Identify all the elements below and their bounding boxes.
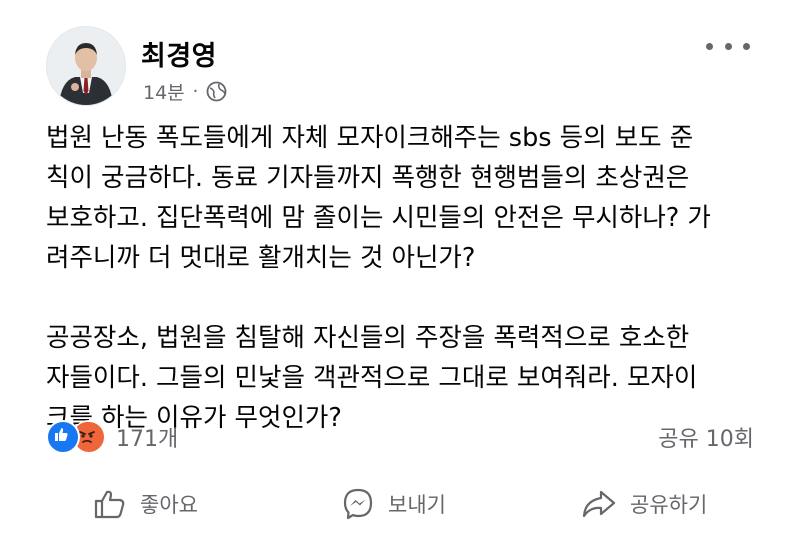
facebook-post: 최경영 14분 · 법원 난동 폭도들에게 자체 모자이크해주는 sbs 등의 …	[0, 0, 800, 546]
messenger-icon	[343, 488, 373, 520]
more-options-icon[interactable]	[706, 34, 750, 58]
globe-icon[interactable]	[206, 81, 227, 102]
author-name[interactable]: 최경영	[141, 34, 217, 73]
thumbs-up-icon	[94, 490, 125, 519]
share-arrow-icon	[582, 490, 616, 518]
post-meta: 14분 ·	[143, 78, 227, 105]
share-label: 공유하기	[630, 493, 708, 517]
reaction-icons[interactable]	[46, 420, 108, 454]
send-button[interactable]: 보내기	[340, 474, 446, 534]
post-paragraph-1: 법원 난동 폭도들에게 자체 모자이크해주는 sbs 등의 보도 준 칙이 궁금…	[46, 123, 711, 273]
like-label: 좋아요	[140, 493, 198, 517]
avatar[interactable]	[46, 26, 126, 106]
like-reaction-icon	[46, 420, 80, 454]
post-time[interactable]: 14분	[143, 78, 185, 105]
reactions-summary: 171개 공유 10회	[46, 418, 754, 454]
meta-separator: ·	[192, 81, 199, 102]
send-label: 보내기	[388, 493, 446, 517]
share-count[interactable]: 공유 10회	[658, 421, 754, 453]
reaction-count[interactable]: 171개	[116, 421, 178, 453]
post-text: 법원 난동 폭도들에게 자체 모자이크해주는 sbs 등의 보도 준 칙이 궁금…	[46, 118, 761, 438]
action-bar: 좋아요 보내기 공유하기	[0, 474, 800, 534]
avatar-photo	[47, 27, 125, 105]
post-header: 최경영 14분 ·	[46, 26, 760, 110]
like-button[interactable]: 좋아요	[92, 474, 198, 534]
share-button[interactable]: 공유하기	[580, 474, 707, 534]
